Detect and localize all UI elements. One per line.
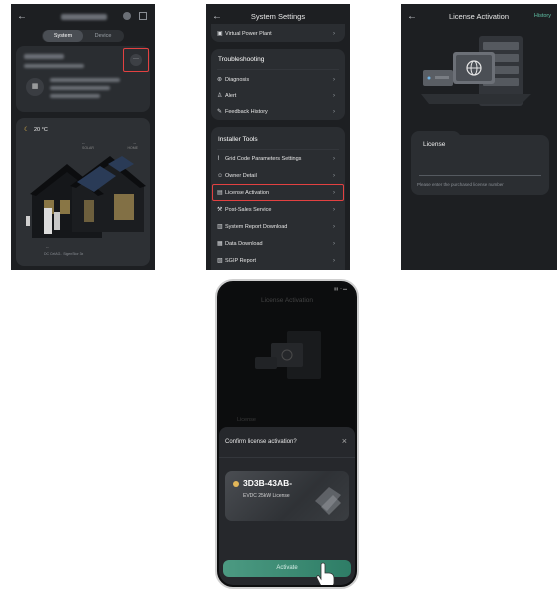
menu-item-label: Feedback History	[225, 108, 268, 115]
menu-item-data-download[interactable]: ▦ Data Download ›	[217, 236, 339, 251]
history-link[interactable]: History	[534, 13, 551, 19]
solar-value: --	[82, 140, 85, 145]
license-card-graphic	[315, 487, 341, 515]
highlight-more	[123, 48, 149, 72]
license-card: 3D3B-43AB- EVDC 25kW License	[225, 471, 349, 521]
sgip-icon: ▧	[217, 258, 223, 264]
house-illustration	[26, 156, 146, 238]
home-screen: ← System Device ▦ ··· ☾ 20 °C -- SOLAR -…	[11, 4, 155, 270]
tab-system[interactable]: System	[43, 30, 83, 42]
menu-item-label: System Report Download	[225, 223, 288, 230]
tab-device[interactable]: Device	[83, 30, 123, 42]
license-description: EVDC 25kW License	[243, 493, 290, 499]
group-title-installer-tools: Installer Tools	[218, 136, 258, 143]
license-illustration	[421, 36, 531, 106]
menu-item-label: SGIP Report	[225, 257, 257, 264]
download-icon: ▦	[217, 241, 223, 247]
dialog-title: Confirm license activation?	[225, 439, 297, 445]
chevron-right-icon: ›	[333, 76, 335, 83]
menu-item-vpp[interactable]: ▣ Virtual Power Plant ›	[217, 26, 339, 41]
report-icon: ▥	[217, 224, 223, 230]
home-topbar: ←	[11, 4, 155, 30]
highlight-license-activation	[212, 184, 344, 201]
page-title: System Settings	[250, 12, 306, 21]
menu-item-post-sales[interactable]: ⚒ Post-Sales Service ›	[217, 202, 339, 217]
menu-item-diagnosis[interactable]: ⊛ Diagnosis ›	[217, 72, 339, 87]
license-input-card: License Please enter the purchased licen…	[411, 131, 549, 195]
menu-item-label: Data Download	[225, 240, 263, 247]
menu-item-alert[interactable]: ♙ Alert ›	[217, 88, 339, 103]
vpp-icon: ▣	[217, 31, 223, 37]
site-avatar: ▦	[26, 78, 44, 96]
chevron-right-icon: ›	[333, 108, 335, 115]
owner-icon: ☺	[217, 172, 224, 179]
menu-item-sgip-report[interactable]: ▧ SGIP Report ›	[217, 253, 339, 268]
license-code: 3D3B-43AB-	[243, 478, 293, 488]
troubleshooting-card: Troubleshooting ⊛ Diagnosis › ♙ Alert › …	[211, 49, 345, 120]
page-title: License Activation	[448, 12, 510, 21]
back-icon[interactable]: ←	[17, 11, 27, 22]
site-card[interactable]: ▦ ···	[16, 46, 150, 112]
phone-screen: ▮▮ ◔ ▬ License Activation License Confir…	[219, 283, 355, 585]
installer-tools-card: Installer Tools ⌇ Grid Code Parameters S…	[211, 127, 345, 270]
battery-value: --	[46, 244, 49, 249]
menu-item-owner-detail[interactable]: ☺ Owner Detail ›	[217, 168, 339, 183]
vpp-card: ▣ Virtual Power Plant ›	[211, 24, 345, 42]
license-dot-icon	[233, 481, 239, 487]
site-name-blurred	[61, 14, 107, 20]
menu-item-label: Virtual Power Plant	[225, 30, 272, 37]
device-labels: DC CelAG.. SigenStor 3x	[44, 252, 84, 256]
license-placeholder: Please enter the purchased license numbe…	[417, 182, 504, 187]
chevron-right-icon: ›	[333, 223, 335, 230]
close-icon[interactable]: ×	[342, 436, 347, 446]
chevron-right-icon: ›	[333, 92, 335, 99]
chevron-right-icon: ›	[333, 206, 335, 213]
menu-icon[interactable]	[139, 12, 147, 20]
menu-item-label: Grid Code Parameters Settings	[225, 155, 302, 162]
license-topbar: ← License Activation History	[401, 4, 557, 30]
menu-item-feedback-history[interactable]: ✎ Feedback History ›	[217, 104, 339, 119]
home-value: --	[133, 140, 136, 145]
phone-frame: ▮▮ ◔ ▬ License Activation License Confir…	[215, 279, 359, 589]
weather-temp: 20 °C	[34, 127, 48, 133]
license-label: License	[423, 141, 446, 148]
chevron-right-icon: ›	[333, 257, 335, 264]
menu-item-system-report[interactable]: ▥ System Report Download ›	[217, 219, 339, 234]
menu-item-label: Owner Detail	[225, 172, 257, 179]
system-settings-screen: ← System Settings ▣ Virtual Power Plant …	[206, 4, 350, 270]
menu-item-label: Diagnosis	[225, 76, 250, 83]
tab-bar: System Device	[42, 30, 124, 42]
hand-pointer-icon	[316, 562, 335, 585]
menu-item-label: Alert	[225, 92, 237, 99]
license-input[interactable]	[419, 175, 541, 176]
feedback-icon: ✎	[217, 109, 223, 115]
menu-item-grid-code[interactable]: ⌇ Grid Code Parameters Settings ›	[217, 151, 339, 166]
service-icon: ⚒	[217, 207, 223, 213]
energy-flow-card: ☾ 20 °C -- SOLAR -- HOME -- DC CelAG.. S…	[16, 118, 150, 266]
diagnosis-icon: ⊛	[217, 77, 223, 83]
chevron-right-icon: ›	[333, 240, 335, 247]
globe-icon[interactable]	[123, 12, 131, 20]
moon-icon: ☾	[24, 127, 30, 133]
chevron-right-icon: ›	[333, 155, 335, 162]
activation-dialog: Confirm license activation? × 3D3B-43AB-…	[219, 427, 355, 585]
group-title-troubleshooting: Troubleshooting	[218, 56, 265, 63]
chevron-right-icon: ›	[333, 172, 335, 179]
grid-tower-icon: ⌇	[217, 156, 220, 162]
license-activation-screen: ← License Activation History License Ple…	[401, 4, 557, 270]
chevron-right-icon: ›	[333, 30, 335, 37]
alert-icon: ♙	[217, 93, 223, 99]
menu-item-label: Post-Sales Service	[225, 206, 272, 213]
